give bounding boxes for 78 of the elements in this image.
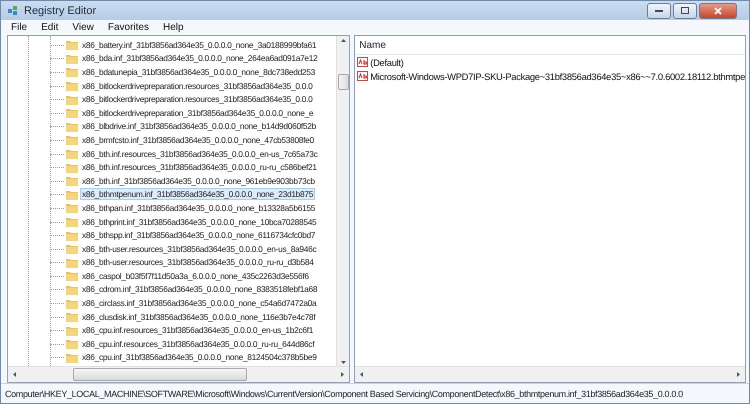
folder-icon: [66, 39, 78, 50]
folder-icon: [66, 120, 78, 132]
horizontal-scrollbar[interactable]: [8, 366, 350, 382]
left-arrow-icon[interactable]: [12, 372, 17, 377]
left-arrow-icon[interactable]: [359, 372, 364, 377]
tree-item[interactable]: x86_cpu.inf.resources_31bf3856ad364e35_0.0.0.0_ru-ru_644d86cf: [81, 338, 316, 349]
tree-item[interactable]: x86_bth.inf_31bf3856ad364e35_0.0.0.0_none_961eb9e903bb73cb: [81, 176, 316, 186]
registry-icon: [7, 4, 19, 16]
up-arrow-icon[interactable]: [340, 38, 346, 42]
folder-icon: [66, 175, 78, 186]
tree-item[interactable]: x86_cpu.inf.resources_31bf3856ad364e35_0.0.0.0_en-us_1b2c6f1: [81, 325, 314, 336]
minimize-icon: [655, 9, 663, 12]
folder-icon: [66, 352, 78, 363]
menu-item[interactable]: Help: [162, 22, 184, 32]
tree-item[interactable]: x86_cpu.inf_31bf3856ad364e35_0.0.0.0_none_8124504c378b5be9: [81, 352, 318, 362]
folder-icon: [66, 202, 78, 214]
value-name[interactable]: Microsoft-Windows-WPD7IP-SKU-Package~31bf3856ad364e35~x86~~7.0.6002.18112.bthmtpe: [370, 70, 745, 82]
tree-item[interactable]: x86_bthmtpenum.inf_31bf3856ad364e35_0.0.0.0_none_23d1b875: [81, 189, 314, 200]
folder-icon: [66, 80, 78, 92]
window-title: Registry Editor: [24, 4, 98, 16]
tree-item[interactable]: x86_brmfcsto.inf_31bf3856ad364e35_0.0.0.0_none_47cb53808fe0: [81, 134, 315, 145]
tree-item[interactable]: x86_bthpan.inf_31bf3856ad364e35_0.0.0.0_none_b13328a5b6155: [81, 202, 316, 213]
tree-item[interactable]: x86_blbdrive.inf_31bf3856ad364e35_0.0.0.0_none_b14d9d060f52b: [81, 121, 317, 132]
string-value-icon: [357, 57, 368, 67]
folder-icon: [66, 52, 78, 64]
scrollbar-thumb[interactable]: [73, 368, 247, 381]
maximize-button[interactable]: [673, 2, 697, 18]
menu-item[interactable]: File: [11, 22, 28, 32]
tree-item[interactable]: x86_cdrom.inf_31bf3856ad364e35_0.0.0.0_none_8383518febf1a68: [81, 284, 318, 294]
scrollbar-thumb[interactable]: [338, 74, 349, 90]
close-button[interactable]: [699, 2, 737, 18]
tree-item[interactable]: x86_bth.inf.resources_31bf3856ad364e35_0.0.0.0_en-us_7c65a73c: [81, 148, 318, 159]
folder-icon: [66, 162, 78, 173]
tree-item[interactable]: x86_battery.inf_31bf3856ad364e35_0.0.0.0_none_3a0188999bfa61: [81, 40, 318, 50]
folder-icon: [66, 134, 78, 146]
menu-item[interactable]: Favorites: [108, 22, 149, 32]
tree-item[interactable]: x86_circlass.inf_31bf3856ad364e35_0.0.0.0_none_c54a6d7472a0a: [81, 298, 318, 308]
folder-icon: [66, 66, 78, 78]
value-name[interactable]: (Default): [370, 56, 404, 68]
down-arrow-icon[interactable]: [340, 360, 346, 364]
folder-icon: [66, 148, 78, 160]
tree-item[interactable]: x86_caspol_b03f5f7f11d50a3a_6.0.0.0_none_435c2263d3e556f6: [81, 270, 310, 281]
folder-icon: [66, 256, 78, 268]
close-icon: [714, 6, 722, 14]
tree-item[interactable]: x86_bitlockerdrivepreparation.resources_31bf3856ad364e35_0.0.0: [81, 80, 314, 91]
folder-icon: [66, 230, 78, 241]
folder-icon: [66, 324, 78, 336]
tree-item[interactable]: x86_clusdisk.inf_31bf3856ad364e35_0.0.0.0_none_116e3b7e4c78f: [81, 312, 316, 322]
folder-icon: [66, 284, 78, 295]
minimize-button[interactable]: [647, 2, 671, 18]
folder-icon: [66, 311, 78, 322]
tree-item[interactable]: x86_bthprint.inf_31bf3856ad364e35_0.0.0.0_none_10bca70288545: [81, 216, 318, 227]
folder-icon: [66, 243, 78, 254]
tree-item[interactable]: x86_bth-user.resources_31bf3856ad364e35_0.0.0.0_ru-ru_d3b584: [81, 257, 315, 268]
vertical-scrollbar[interactable]: [336, 36, 350, 366]
menu-item[interactable]: Edit: [41, 22, 58, 32]
tree-item[interactable]: x86_bitlockerdrivepreparation.resources_31bf3856ad364e35_0.0.0: [81, 94, 314, 104]
menu-item[interactable]: View: [72, 22, 94, 32]
folder-icon: [66, 298, 78, 309]
string-value-icon: [357, 71, 368, 81]
folder-icon: [66, 338, 78, 350]
tree-item[interactable]: x86_bitlockerdrivepreparation_31bf3856ad364e35_0.0.0.0_none_e: [81, 108, 314, 118]
tree-item[interactable]: x86_bthspp.inf_31bf3856ad364e35_0.0.0.0_none_6116734cfc0bd7: [81, 230, 316, 240]
folder-icon: [66, 107, 78, 118]
tree-item[interactable]: x86_bth.inf.resources_31bf3856ad364e35_0.0.0.0_ru-ru_c586bef21: [81, 162, 318, 172]
column-header[interactable]: Name: [355, 36, 745, 55]
horizontal-scrollbar[interactable]: [355, 366, 745, 382]
registry-path: Computer\HKEY_LOCAL_MACHINE\SOFTWARE\Microsoft\Windows\CurrentVersion\Component Based Servicing\ComponentDetect\x86_bthmtpenum.inf_31bf3856ad364e35_0.0.0.0: [5, 388, 683, 398]
folder-icon: [66, 270, 78, 282]
folder-icon: [66, 188, 78, 200]
maximize-icon: [681, 7, 689, 14]
tree-item[interactable]: x86_bth-user.resources_31bf3856ad364e35_0.0.0.0_en-us_8a946c: [81, 244, 318, 254]
right-arrow-icon[interactable]: [736, 372, 741, 377]
folder-icon: [66, 94, 78, 105]
tree-item[interactable]: x86_bda.inf_31bf3856ad364e35_0.0.0.0_none_264ea6ad091a7e12: [81, 53, 318, 64]
right-arrow-icon[interactable]: [340, 372, 346, 377]
tree-item[interactable]: x86_bdatunepia_31bf3856ad364e35_0.0.0.0_none_8dc738edd253: [81, 66, 316, 77]
folder-icon: [66, 216, 78, 228]
